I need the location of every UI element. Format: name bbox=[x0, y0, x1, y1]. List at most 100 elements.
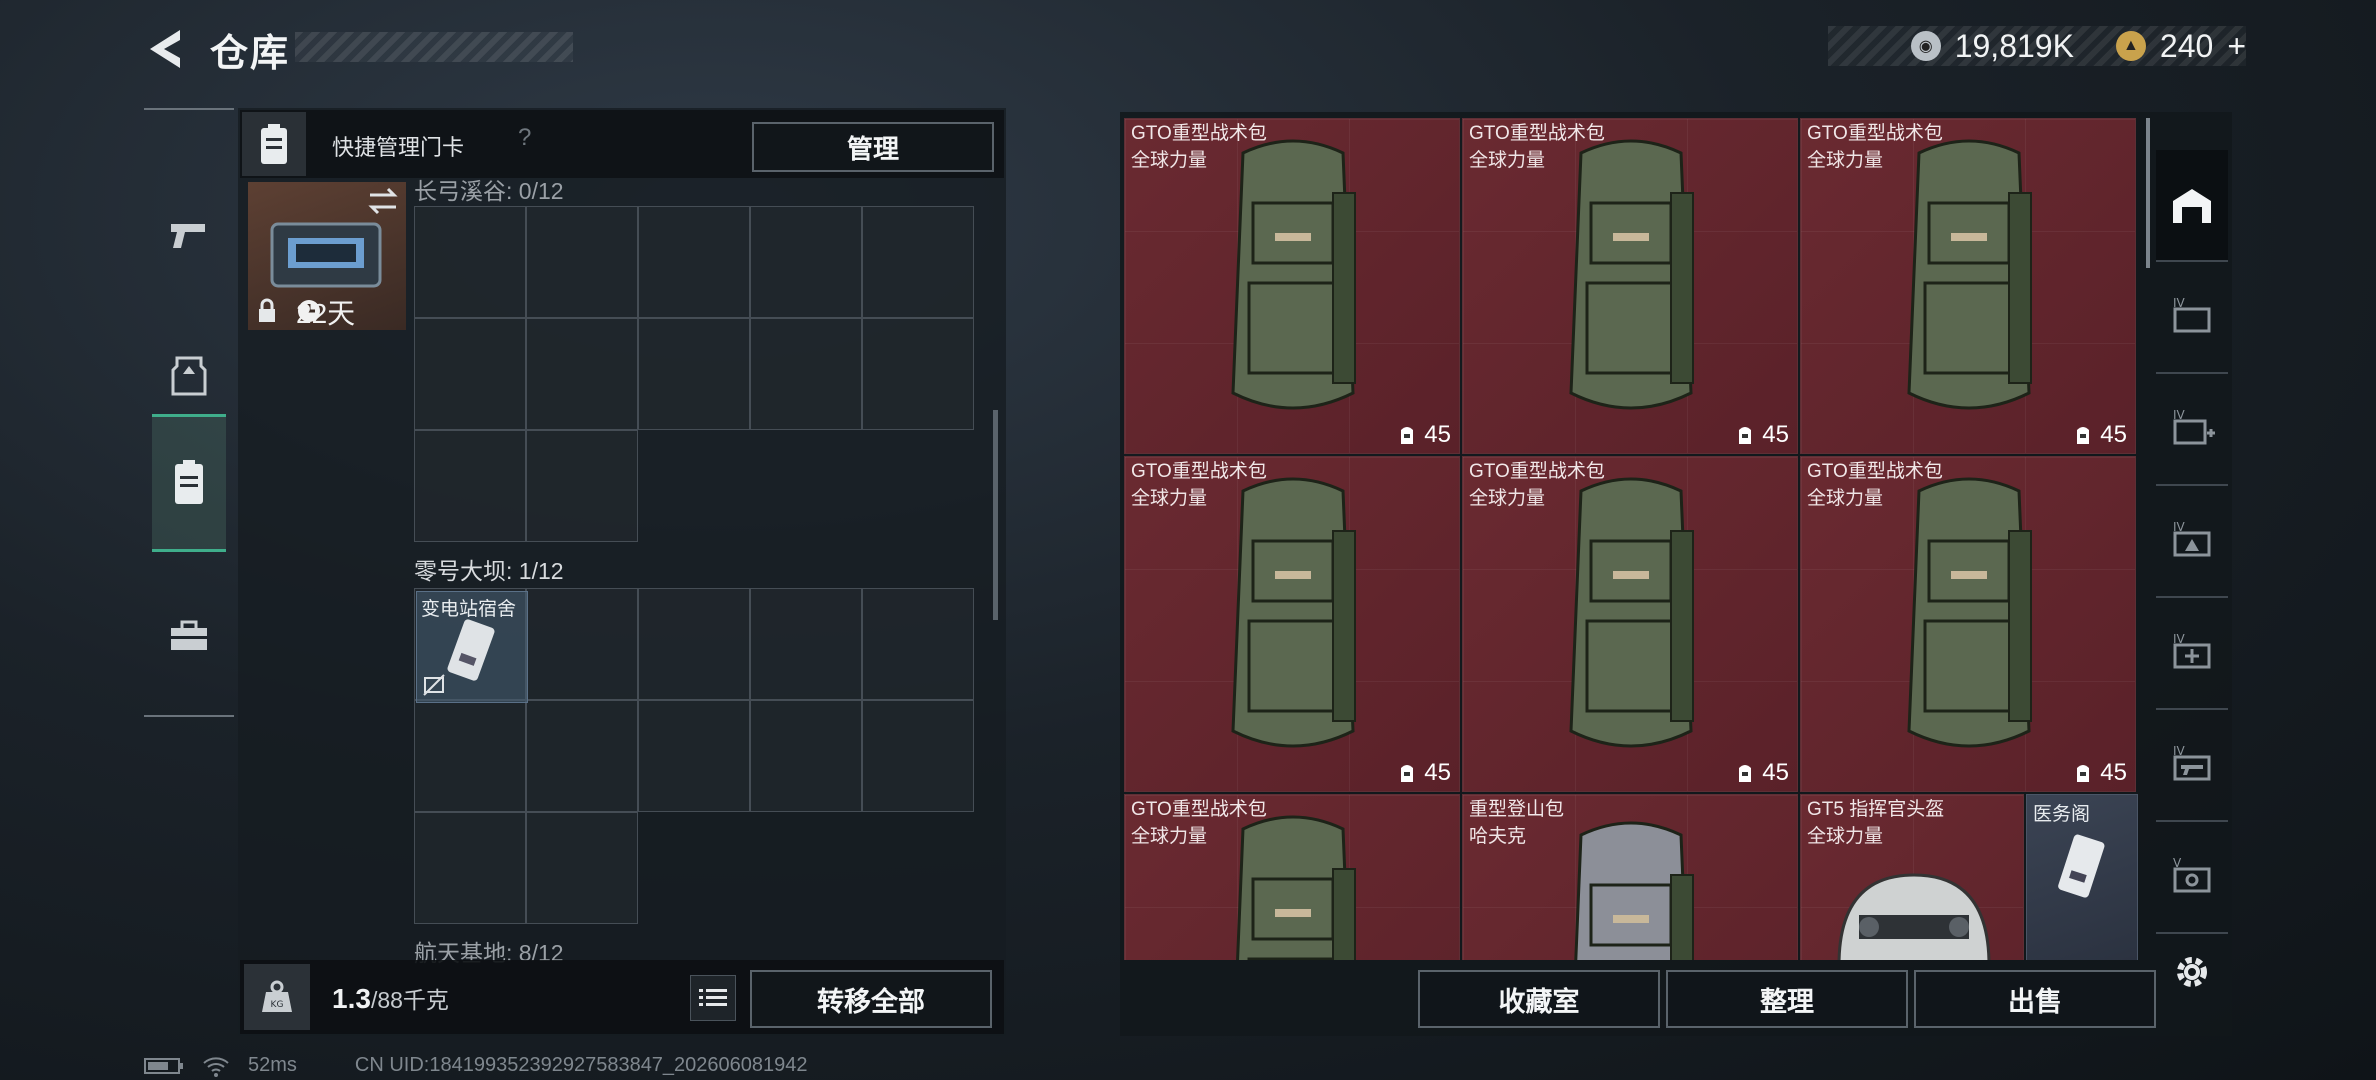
item-capacity-value: 45 bbox=[1424, 421, 1451, 448]
inventory-item[interactable]: GTO重型战术包 全球力量 45 bbox=[1462, 118, 1798, 454]
storage-weapon-icon: IV bbox=[2173, 745, 2211, 781]
battery-icon bbox=[144, 1057, 183, 1074]
item-maker: 哈夫克 bbox=[1469, 826, 1527, 847]
storage-page-5[interactable]: IV bbox=[2156, 598, 2228, 710]
panel-scrollbar[interactable] bbox=[993, 410, 998, 620]
keycard-slot[interactable] bbox=[526, 700, 638, 812]
gold-coin-icon: ▲ bbox=[2115, 31, 2146, 61]
inventory-scrollbar[interactable] bbox=[2146, 118, 2150, 268]
keycard-slot[interactable] bbox=[750, 588, 862, 700]
backpack-icon bbox=[1231, 139, 1356, 410]
settings-button[interactable] bbox=[2170, 950, 2214, 994]
keycard-slot-item[interactable]: 变电站宿舍 bbox=[416, 591, 528, 703]
rail-weapons-tab[interactable] bbox=[152, 170, 226, 302]
storage-page-main[interactable] bbox=[2156, 150, 2228, 262]
backpack-capacity-icon bbox=[2077, 427, 2090, 444]
keycard-slot[interactable] bbox=[862, 700, 974, 812]
keycard-slot[interactable] bbox=[414, 812, 526, 924]
svg-text:IV: IV bbox=[2173, 633, 2186, 646]
storage-page-7[interactable]: V bbox=[2156, 822, 2228, 934]
backpack-capacity-icon bbox=[1401, 427, 1414, 444]
keycard-slot[interactable] bbox=[750, 206, 862, 318]
keycard-slot[interactable] bbox=[638, 206, 750, 318]
add-currency-button[interactable]: + bbox=[2227, 28, 2246, 65]
svg-text:IV: IV bbox=[2173, 745, 2186, 758]
item-capacity: 45 bbox=[1734, 759, 1789, 787]
keycard-slot[interactable] bbox=[750, 700, 862, 812]
backpack-icon bbox=[1569, 139, 1694, 410]
storage-page-2[interactable]: IV bbox=[2156, 262, 2228, 374]
inventory-item[interactable]: GTO重型战术包 全球力量 45 bbox=[1800, 118, 2136, 454]
item-name: 重型登山包 bbox=[1469, 799, 1565, 820]
item-maker: 全球力量 bbox=[1807, 826, 1884, 847]
keycard-slot[interactable] bbox=[526, 812, 638, 924]
keycard-slot[interactable] bbox=[526, 318, 638, 430]
inventory-item[interactable]: GTO重型战术包 全球力量 bbox=[1124, 794, 1460, 960]
rail-keycards-tab[interactable] bbox=[152, 414, 226, 552]
keycard-icon bbox=[175, 460, 203, 504]
keycard-slot[interactable] bbox=[862, 588, 974, 700]
item-capacity: 45 bbox=[2072, 759, 2127, 787]
title-decoration bbox=[295, 32, 573, 62]
storage-page-3[interactable]: IV bbox=[2156, 374, 2228, 486]
wifi-icon bbox=[203, 1056, 229, 1077]
keycard-slot[interactable] bbox=[414, 430, 526, 542]
keycard-slot[interactable] bbox=[526, 430, 638, 542]
inventory-item[interactable]: 医务阁 bbox=[2026, 794, 2138, 960]
keycard-slot[interactable] bbox=[414, 700, 526, 812]
back-button[interactable] bbox=[140, 24, 190, 74]
keycard-slot[interactable] bbox=[526, 206, 638, 318]
category-rail bbox=[144, 108, 234, 717]
currency-bar: ◉ 19,819K ▲ 240 + bbox=[1828, 26, 2246, 66]
list-view-button[interactable] bbox=[690, 975, 736, 1021]
inventory-item[interactable]: 重型登山包 哈夫克 bbox=[1462, 794, 1798, 960]
keycard-slot[interactable] bbox=[526, 588, 638, 700]
collection-button[interactable]: 收藏室 bbox=[1418, 970, 1660, 1028]
item-capacity: 45 bbox=[1396, 759, 1451, 787]
sell-button[interactable]: 出售 bbox=[1914, 970, 2156, 1028]
keycard-icon bbox=[447, 619, 495, 681]
inventory-item[interactable]: GT5 指挥官头盔 全球力量 bbox=[1800, 794, 2024, 960]
keycard-slot[interactable] bbox=[750, 318, 862, 430]
organize-button[interactable]: 整理 bbox=[1666, 970, 1908, 1028]
item-maker: 全球力量 bbox=[1131, 150, 1208, 171]
item-capacity-value: 45 bbox=[2100, 421, 2127, 448]
storage-page-4[interactable]: IV bbox=[2156, 486, 2228, 598]
page-title: 仓库 bbox=[210, 33, 291, 75]
item-name: GTO重型战术包 bbox=[1807, 461, 1943, 482]
backpack-capacity-icon bbox=[1739, 427, 1752, 444]
help-icon[interactable]: ? bbox=[518, 124, 531, 152]
inventory-item[interactable]: GTO重型战术包 全球力量 45 bbox=[1124, 456, 1460, 792]
inventory-item[interactable]: GTO重型战术包 全球力量 45 bbox=[1124, 118, 1460, 454]
backpack-icon bbox=[1574, 821, 1694, 960]
list-icon bbox=[699, 989, 727, 1006]
manage-button[interactable]: 管理 bbox=[752, 122, 994, 172]
inventory-item[interactable]: GTO重型战术包 全球力量 45 bbox=[1800, 456, 2136, 792]
ping-value: 52ms bbox=[248, 1054, 297, 1076]
item-name: GTO重型战术包 bbox=[1131, 123, 1267, 144]
rail-toolbox-tab[interactable] bbox=[152, 570, 226, 702]
keycard-slot[interactable] bbox=[862, 318, 974, 430]
keycard-slot[interactable] bbox=[414, 206, 526, 318]
keycard-slot[interactable] bbox=[638, 700, 750, 812]
item-capacity-value: 45 bbox=[2100, 759, 2127, 786]
backpack-icon bbox=[1569, 477, 1694, 748]
backpack-capacity-icon bbox=[2077, 765, 2090, 782]
transfer-all-button[interactable]: 转移全部 bbox=[750, 970, 992, 1028]
keycard-slot[interactable] bbox=[862, 206, 974, 318]
item-capacity-value: 45 bbox=[1424, 759, 1451, 786]
weight-icon: KG bbox=[244, 964, 310, 1030]
storage-box-icon: IV bbox=[2173, 297, 2211, 333]
weight-value: 1.3/88千克 bbox=[332, 981, 449, 1015]
keycard-timer: 22天 bbox=[296, 298, 356, 329]
storage-page-6[interactable]: IV bbox=[2156, 710, 2228, 822]
backpack-icon bbox=[1236, 815, 1356, 960]
keycard-slot[interactable] bbox=[638, 588, 750, 700]
keycard-slot[interactable] bbox=[638, 318, 750, 430]
inventory-item[interactable]: GTO重型战术包 全球力量 45 bbox=[1462, 456, 1798, 792]
gold-value: 240 bbox=[2159, 27, 2214, 64]
item-maker: 全球力量 bbox=[1131, 826, 1208, 847]
backpack-icon bbox=[1907, 139, 2032, 410]
keycard-slot[interactable] bbox=[414, 318, 526, 430]
svg-text:IV: IV bbox=[2173, 297, 2186, 310]
